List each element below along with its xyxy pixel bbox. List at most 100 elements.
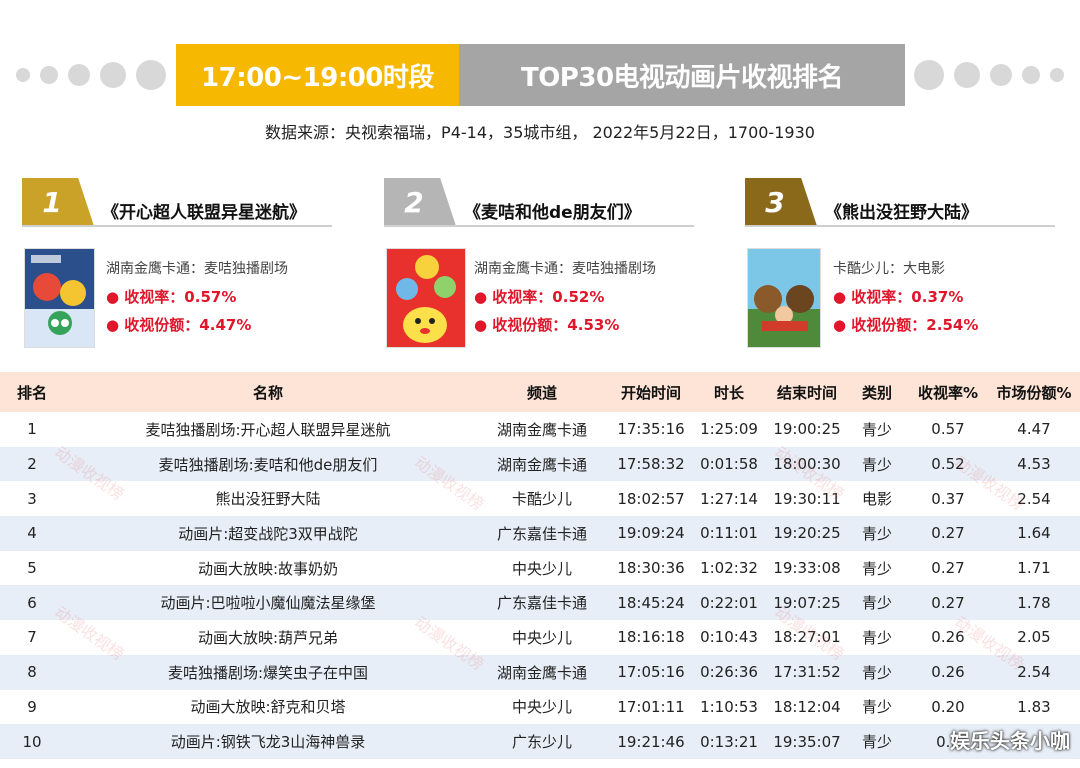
- cell-duration: 1:27:14: [700, 489, 758, 508]
- channel-label: 湖南金鹰卡通：麦咭独播剧场: [474, 261, 656, 277]
- poster-image: [747, 248, 821, 348]
- cell-rank: 2: [27, 455, 37, 474]
- cell-channel: 卡酷少儿: [511, 490, 572, 509]
- cell-rating: 0.26: [931, 628, 965, 647]
- cell-rank: 4: [27, 524, 37, 543]
- cell-share: 1.71: [1017, 559, 1051, 578]
- cell-rank: 10: [22, 732, 42, 751]
- cell-category: 青少: [861, 698, 892, 717]
- decor-dot: [954, 62, 980, 88]
- cell-rank: 7: [27, 628, 37, 647]
- table-row: 4 动画片:超变战陀3双甲战陀 广东嘉佳卡通 19:09:24 0:11:01 19:20…: [0, 516, 1080, 551]
- cell-name: 动画大放映:故事奶奶: [197, 559, 339, 578]
- header-end: 结束时间: [776, 383, 837, 402]
- cell-name: 动画大放映:葫芦兄弟: [197, 628, 339, 647]
- table-row: 1 麦咭独播剧场:开心超人联盟异星迷航 湖南金鹰卡通 17:35:16 1:25:09 1…: [0, 412, 1080, 447]
- cell-start: 19:21:46: [617, 732, 685, 751]
- top-card-2: 2 《麦咭和他de朋友们》 湖南金鹰卡通：麦咭独播剧场 ● 收视率：0.52% …: [384, 178, 724, 353]
- time-slot-banner: 17:00~19:00时段: [176, 44, 459, 106]
- cell-end: 18:12:04: [773, 697, 841, 716]
- cell-name: 动画片:超变战陀3双甲战陀: [178, 524, 358, 543]
- cell-name: 动画片:钢铁飞龙3山海神兽录: [170, 733, 366, 752]
- cell-end: 19:07:25: [773, 593, 841, 612]
- cell-start: 18:45:24: [617, 593, 685, 612]
- cell-start: 18:02:57: [617, 489, 685, 508]
- cell-end: 19:35:07: [773, 732, 841, 751]
- rank-badge: 1: [22, 178, 94, 226]
- divider: [384, 225, 694, 227]
- decor-dot: [1050, 68, 1064, 82]
- cell-name: 动画片:巴啦啦小魔仙魔法星缘堡: [160, 594, 376, 613]
- ranking-table: 排名 名称 频道 开始时间 时长 结束时间 类别 收视率% 市场份额% 1 麦咭独…: [0, 372, 1080, 759]
- rating-stat: ● 收视率：0.52%: [474, 288, 605, 306]
- cell-end: 18:00:30: [773, 455, 841, 474]
- divider: [22, 225, 332, 227]
- decor-dot: [40, 66, 58, 84]
- cell-channel: 广东嘉佳卡通: [496, 524, 587, 543]
- cell-share: 1.78: [1017, 593, 1051, 612]
- cell-duration: 0:11:01: [700, 524, 758, 543]
- channel-label: 卡酷少儿：大电影: [833, 261, 945, 277]
- header-start: 开始时间: [620, 383, 681, 402]
- table-header: 排名 名称 频道 开始时间 时长 结束时间 类别 收视率% 市场份额%: [0, 372, 1080, 412]
- cell-rating: 0.37: [931, 489, 965, 508]
- share-stat: ● 收视份额：4.53%: [474, 316, 620, 334]
- cell-name: 麦咭独播剧场:开心超人联盟异星迷航: [145, 420, 391, 439]
- cell-share: 1.83: [1017, 697, 1051, 716]
- cell-rating: 0.27: [931, 524, 965, 543]
- decor-dot: [990, 64, 1012, 86]
- cell-rank: 8: [27, 663, 37, 682]
- table-row: 10 动画片:钢铁飞龙3山海神兽录 广东少儿 19:21:46 0:13:21 19:35…: [0, 724, 1080, 759]
- cell-share: 1.64: [1017, 524, 1051, 543]
- cell-end: 19:30:11: [773, 489, 841, 508]
- header-channel: 频道: [526, 383, 557, 402]
- header-duration: 时长: [713, 383, 744, 402]
- cell-end: 19:00:25: [773, 420, 841, 439]
- table-body: 1 麦咭独播剧场:开心超人联盟异星迷航 湖南金鹰卡通 17:35:16 1:25:09 1…: [0, 412, 1080, 759]
- cell-category: 青少: [861, 420, 892, 439]
- cell-rating: 0.20: [931, 697, 965, 716]
- cell-category: 青少: [861, 524, 892, 543]
- header-rating: 收视率%: [917, 383, 979, 402]
- table-row: 9 动画大放映:舒克和贝塔 中央少儿 17:01:11 1:10:53 18:12:04 青…: [0, 690, 1080, 725]
- top-card-3: 3 《熊出没狂野大陆》 卡酷少儿：大电影 ● 收视率：0.37% ● 收视份额：…: [745, 178, 1080, 353]
- cell-duration: 1:10:53: [700, 697, 758, 716]
- header: 17:00~19:00时段 TOP30电视动画片收视排名: [0, 44, 1080, 106]
- cell-duration: 1:25:09: [700, 420, 758, 439]
- cell-start: 19:09:24: [617, 524, 685, 543]
- header-rank: 排名: [16, 383, 47, 402]
- data-source-note: 数据来源：央视索福瑞，P4-14，35城市组， 2022年5月22日，1700-…: [265, 123, 815, 142]
- cell-duration: 1:02:32: [700, 559, 758, 578]
- rating-stat: ● 收视率：0.37%: [833, 288, 964, 306]
- cell-channel: 湖南金鹰卡通: [496, 663, 587, 682]
- table-row: 2 麦咭独播剧场:麦咭和他de朋友们 湖南金鹰卡通 17:58:32 0:01:58 18…: [0, 446, 1080, 482]
- cell-category: 青少: [861, 594, 892, 613]
- rank-badge: 2: [384, 178, 456, 226]
- program-title: 《熊出没狂野大陆》: [825, 203, 978, 223]
- cell-rating: 0.27: [931, 559, 965, 578]
- cell-start: 18:30:36: [617, 559, 685, 578]
- rating-stat: ● 收视率：0.57%: [106, 288, 237, 306]
- header-category: 类别: [861, 383, 892, 402]
- cell-channel: 中央少儿: [511, 559, 572, 578]
- cell-category: 青少: [861, 559, 892, 578]
- cell-channel: 中央少儿: [511, 698, 572, 717]
- cell-rank: 9: [27, 697, 37, 716]
- cell-channel: 湖南金鹰卡通: [496, 455, 587, 474]
- cell-start: 17:01:11: [617, 697, 685, 716]
- cell-name: 熊出没狂野大陆: [215, 490, 321, 509]
- cell-rating: 0.52: [931, 455, 965, 474]
- table-row: 6 动画片:巴啦啦小魔仙魔法星缘堡 广东嘉佳卡通 18:45:24 0:22:01 19:…: [0, 585, 1080, 621]
- decor-dot: [1022, 66, 1040, 84]
- top-card-1: 1 《开心超人联盟异星迷航》 湖南金鹰卡通：麦咭独播剧场 ● 收视率：0.57%…: [22, 178, 362, 353]
- cell-rating: 0.26: [931, 663, 965, 682]
- cell-share: 2.54: [1017, 663, 1051, 682]
- cell-end: 19:20:25: [773, 524, 841, 543]
- cell-rating: 0.27: [931, 593, 965, 612]
- cell-category: 青少: [861, 628, 892, 647]
- cell-rating: 0.57: [931, 420, 965, 439]
- cell-share: 4.53: [1017, 455, 1051, 474]
- poster-image: [24, 248, 95, 348]
- program-title: 《麦咭和他de朋友们》: [464, 203, 641, 223]
- cell-channel: 广东少儿: [511, 733, 572, 752]
